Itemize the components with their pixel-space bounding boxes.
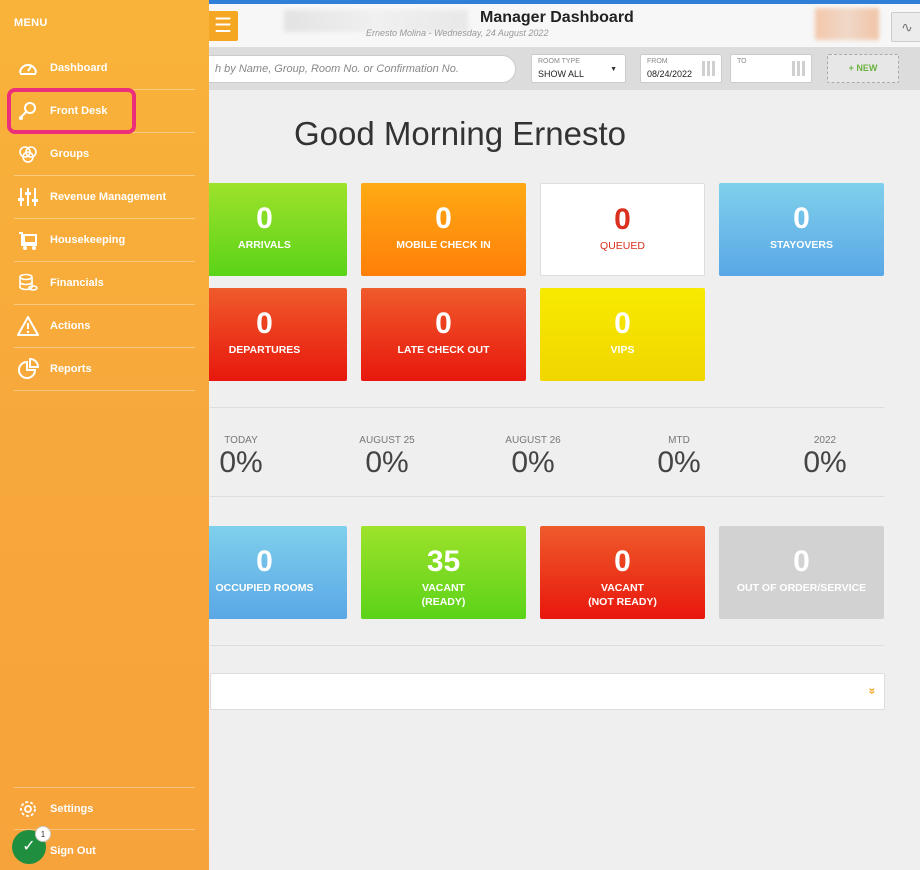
to-date-label: TO: [737, 58, 747, 65]
greeting-heading: Good Morning Ernesto: [293, 115, 626, 152]
reservation-search-input[interactable]: h by Name, Group, Room No. or Confirmati…: [190, 55, 516, 83]
late-check-out-tile[interactable]: 0 LATE CHECK OUT: [361, 288, 526, 381]
tile-label: MOBILE CHECK IN: [396, 239, 491, 251]
room-type-label: ROOM TYPE: [538, 58, 580, 65]
tile-label: OUT OF ORDER/SERVICE: [736, 582, 867, 594]
stat-label: AUGUST 25: [359, 435, 415, 446]
gauge-icon: [19, 64, 37, 75]
sidebar-item-label: Financials: [50, 277, 104, 289]
menu-title: MENU: [14, 17, 48, 29]
stat-label: 2022: [813, 435, 837, 446]
tile-value: 0: [435, 307, 452, 340]
tile-label: VIPS: [610, 344, 635, 356]
tile-value: 35: [426, 545, 461, 578]
front-desk-highlight-outline: [7, 88, 136, 134]
stat-value: 0%: [365, 446, 409, 479]
tile-value: 0: [435, 202, 452, 235]
queued-tile[interactable]: 0 QUEUED: [540, 183, 705, 276]
circles-icon: [19, 146, 37, 163]
tile-sublabel: (READY): [421, 596, 466, 608]
tile-value: 0: [793, 545, 810, 578]
mobile-check-in-tile[interactable]: 0 MOBILE CHECK IN: [361, 183, 526, 276]
gear-icon: [20, 801, 36, 817]
section-divider: [210, 407, 884, 408]
tile-label: VACANT: [601, 582, 644, 594]
room-type-select[interactable]: ROOM TYPE SHOW ALL ▼: [531, 54, 626, 83]
tile-value: 0: [614, 545, 631, 578]
notification-count-badge: 1: [35, 826, 51, 842]
room-type-value: SHOW ALL: [538, 69, 585, 79]
sidebar-item-label: Revenue Management: [50, 191, 167, 203]
sidebar-item-settings[interactable]: Settings: [14, 787, 195, 830]
from-date-label: FROM: [647, 58, 668, 65]
menu-toggle-button[interactable]: ☰: [208, 11, 238, 41]
collapsible-panel[interactable]: »: [210, 673, 885, 710]
occupancy-stat-aug26: AUGUST 26 0%: [483, 435, 583, 480]
tile-sublabel: (NOT READY): [588, 596, 657, 608]
sidebar-menu: MENU Dashboard Front Desk Groups Revenue…: [0, 0, 209, 870]
occupancy-stat-mtd: MTD 0%: [629, 435, 729, 480]
sidebar-item-label: Settings: [50, 803, 94, 815]
occupancy-stat-year: 2022 0%: [775, 435, 875, 480]
vips-tile[interactable]: 0 VIPS: [540, 288, 705, 381]
stat-label: AUGUST 26: [505, 435, 561, 446]
tile-label: VACANT: [422, 582, 465, 594]
sidebar-item-label: Groups: [50, 148, 90, 160]
sidebar-item-groups[interactable]: Groups: [14, 133, 195, 176]
calendar-icon[interactable]: [792, 61, 807, 76]
stat-value: 0%: [803, 446, 847, 479]
stayovers-tile[interactable]: 0 STAYOVERS: [719, 183, 884, 276]
section-divider: [210, 496, 884, 497]
user-avatar-redacted[interactable]: [815, 8, 879, 40]
sidebar-item-label: Housekeeping: [50, 234, 126, 246]
pie-chart-icon: [18, 358, 39, 379]
sidebar-item-label: Actions: [50, 320, 91, 332]
sidebar-item-revenue-management[interactable]: Revenue Management: [14, 176, 195, 219]
sidebar-item-label: Sign Out: [50, 845, 96, 857]
sidebar-item-financials[interactable]: Financials: [14, 262, 195, 305]
out-of-order-tile[interactable]: 0 OUT OF ORDER/SERVICE: [719, 526, 884, 619]
tile-label: LATE CHECK OUT: [397, 344, 490, 356]
page-title: Manager Dashboard: [480, 9, 634, 26]
calendar-icon[interactable]: [702, 61, 717, 76]
activity-pulse-button[interactable]: ∿: [891, 12, 920, 42]
sidebar-item-housekeeping[interactable]: Housekeeping: [14, 219, 195, 262]
tile-value: 0: [614, 307, 631, 340]
from-date-field[interactable]: FROM 08/24/2022: [640, 54, 722, 83]
chevron-down-icon: ▼: [610, 66, 617, 73]
section-divider: [210, 645, 884, 646]
new-reservation-button[interactable]: + NEW: [827, 54, 899, 83]
vacant-ready-tile[interactable]: 35 VACANT (READY): [361, 526, 526, 619]
cart-icon: [19, 232, 37, 250]
tile-label: STAYOVERS: [769, 239, 834, 251]
from-date-value: 08/24/2022: [647, 69, 693, 79]
sidebar-item-actions[interactable]: Actions: [14, 305, 195, 348]
sidebar-item-label: Dashboard: [50, 62, 108, 74]
chevron-double-down-icon[interactable]: »: [866, 688, 880, 695]
page-subtitle: Ernesto Molina - Wednesday, 24 August 20…: [366, 28, 549, 38]
sidebar-item-reports[interactable]: Reports: [14, 348, 195, 391]
tile-value: 0: [793, 202, 810, 235]
tile-value: 0: [614, 203, 631, 236]
stat-label: MTD: [668, 435, 690, 446]
to-date-field[interactable]: TO: [730, 54, 812, 83]
occupancy-stat-aug25: AUGUST 25 0%: [337, 435, 437, 480]
vacant-not-ready-tile[interactable]: 0 VACANT (NOT READY): [540, 526, 705, 619]
tile-label: QUEUED: [600, 240, 645, 252]
sidebar-item-dashboard[interactable]: Dashboard: [14, 47, 195, 90]
warning-icon: [17, 316, 39, 336]
sidebar-item-label: Reports: [50, 363, 92, 375]
stat-value: 0%: [511, 446, 555, 479]
stat-value: 0%: [657, 446, 701, 479]
sliders-icon: [18, 188, 38, 206]
coins-icon: [19, 273, 38, 291]
